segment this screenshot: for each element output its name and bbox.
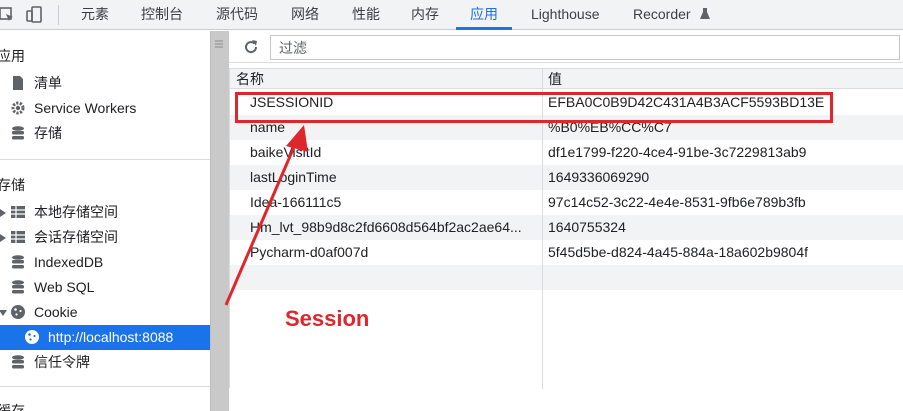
tab-application[interactable]: 应用	[470, 0, 498, 30]
sidebar-item-trust-tokens[interactable]: 信任令牌	[0, 350, 210, 375]
sidebar-item-storage[interactable]: 存储	[0, 121, 210, 146]
tab-lighthouse[interactable]: Lighthouse	[531, 0, 600, 30]
cookie-panel: 名称 值 JSESSIONID EFBA0C0B9D42C431A4B3ACF5…	[229, 31, 903, 411]
sidebar-item-label: 会话存储空间	[34, 229, 118, 245]
sidebar-item-label: Service Workers	[34, 100, 137, 116]
sidebar-item-session-storage[interactable]: 会话存储空间	[0, 225, 210, 250]
sidebar-item-local-storage[interactable]: 本地存储空间	[0, 200, 210, 225]
section-storage-heading: 存储	[0, 177, 25, 193]
cookie-value-cell: 97c14c52-3c22-4e4e-8531-9fb6e789b3fb	[548, 194, 806, 210]
cookie-icon	[11, 305, 25, 319]
database-icon	[12, 280, 24, 294]
drag-handle-icon[interactable]	[214, 39, 224, 49]
cookie-name-cell: Idea-166111c5	[250, 194, 342, 210]
sidebar-item-cookie[interactable]: Cookie	[0, 300, 210, 325]
tab-network[interactable]: 网络	[291, 0, 319, 30]
session-annotation-label: Session	[285, 306, 370, 331]
cookie-name-cell: baikeVisitId	[250, 144, 322, 160]
column-header-name[interactable]: 名称	[236, 69, 264, 89]
jsessionid-highlight-box	[235, 92, 833, 123]
expand-arrow-icon[interactable]	[0, 234, 6, 242]
sidebar-splitter[interactable]	[210, 31, 229, 411]
tab-performance[interactable]: 性能	[352, 0, 380, 30]
database-icon	[12, 355, 24, 369]
cookie-value-cell: 1640755324	[548, 219, 626, 235]
table-row[interactable]: baikeVisitId df1e1799-f220-4ce4-91be-3c7…	[230, 140, 903, 165]
cookie-name-cell: Hm_lvt_98b9d8c2fd6608d564bf2ac2ae64...	[250, 219, 522, 235]
sidebar-item-label: 信任令牌	[34, 354, 90, 370]
cookie-value-cell: 5f45d5be-d824-4a45-884a-18a602b9804f	[548, 244, 809, 260]
cookie-name-cell: Pycharm-d0af007d	[250, 244, 369, 260]
cookie-icon	[25, 330, 39, 344]
tab-sources[interactable]: 源代码	[216, 0, 258, 30]
sidebar-item-label: http://localhost:8088	[48, 329, 174, 345]
refresh-icon[interactable]	[242, 38, 260, 56]
devtools-toolbar: 元素 控制台 源代码 网络 性能 内存 应用 Lighthouse Record…	[0, 0, 903, 30]
sidebar-item-label: Cookie	[34, 304, 78, 320]
filter-bar	[229, 31, 903, 63]
sidebar-item-service-workers[interactable]: Service Workers	[0, 96, 210, 121]
cookie-value-cell: df1e1799-f220-4ce4-91be-3c7229813ab9	[548, 144, 807, 160]
file-icon	[13, 76, 23, 90]
section-application-heading: 应用	[0, 48, 25, 64]
database-icon	[12, 126, 24, 140]
table-row[interactable]: Pycharm-d0af007d 5f45d5be-d824-4a45-884a…	[230, 240, 903, 265]
filter-input[interactable]	[270, 35, 900, 60]
grid-icon	[11, 206, 25, 218]
sidebar-item-label: IndexedDB	[34, 254, 104, 270]
device-toolbar-icon[interactable]	[26, 6, 44, 24]
active-tab-indicator	[456, 27, 512, 30]
gear-icon	[11, 101, 25, 115]
application-sidebar: 应用 清单 Service Workers 存储 存储 本地存储空间 会话存储空…	[0, 31, 210, 411]
sidebar-item-label: 清单	[34, 75, 62, 91]
table-row[interactable]: Idea-166111c5 97c14c52-3c22-4e4e-8531-9f…	[230, 190, 903, 215]
sidebar-item-label: 本地存储空间	[34, 204, 118, 220]
database-icon	[12, 255, 24, 269]
sidebar-item-label: 存储	[34, 125, 62, 141]
table-row[interactable]: lastLoginTime 1649336069290	[230, 165, 903, 190]
section-cache-heading: 缓存	[0, 403, 25, 411]
expand-arrow-icon[interactable]	[0, 209, 6, 217]
flask-icon	[700, 8, 710, 19]
table-row-empty	[230, 265, 903, 290]
tab-console[interactable]: 控制台	[141, 0, 183, 30]
cookie-value-cell: 1649336069290	[548, 169, 650, 185]
collapse-arrow-icon[interactable]	[0, 310, 7, 316]
sidebar-item-cookie-localhost[interactable]: http://localhost:8088	[0, 325, 210, 350]
sidebar-item-web-sql[interactable]: Web SQL	[0, 275, 210, 300]
sidebar-divider	[0, 386, 210, 387]
sidebar-item-label: Web SQL	[34, 279, 95, 295]
tab-recorder[interactable]: Recorder	[633, 0, 691, 30]
inspect-element-icon[interactable]	[0, 6, 16, 24]
table-header: 名称 值	[230, 69, 903, 89]
tab-memory[interactable]: 内存	[411, 0, 439, 30]
column-header-value[interactable]: 值	[548, 69, 562, 89]
sidebar-item-indexeddb[interactable]: IndexedDB	[0, 250, 210, 275]
toolbar-divider	[58, 5, 59, 25]
tab-elements[interactable]: 元素	[81, 0, 109, 30]
grid-icon	[11, 231, 25, 243]
table-row[interactable]: Hm_lvt_98b9d8c2fd6608d564bf2ac2ae64... 1…	[230, 215, 903, 240]
cookie-name-cell: lastLoginTime	[250, 169, 337, 185]
sidebar-divider	[0, 159, 210, 160]
sidebar-item-manifest[interactable]: 清单	[0, 71, 210, 96]
